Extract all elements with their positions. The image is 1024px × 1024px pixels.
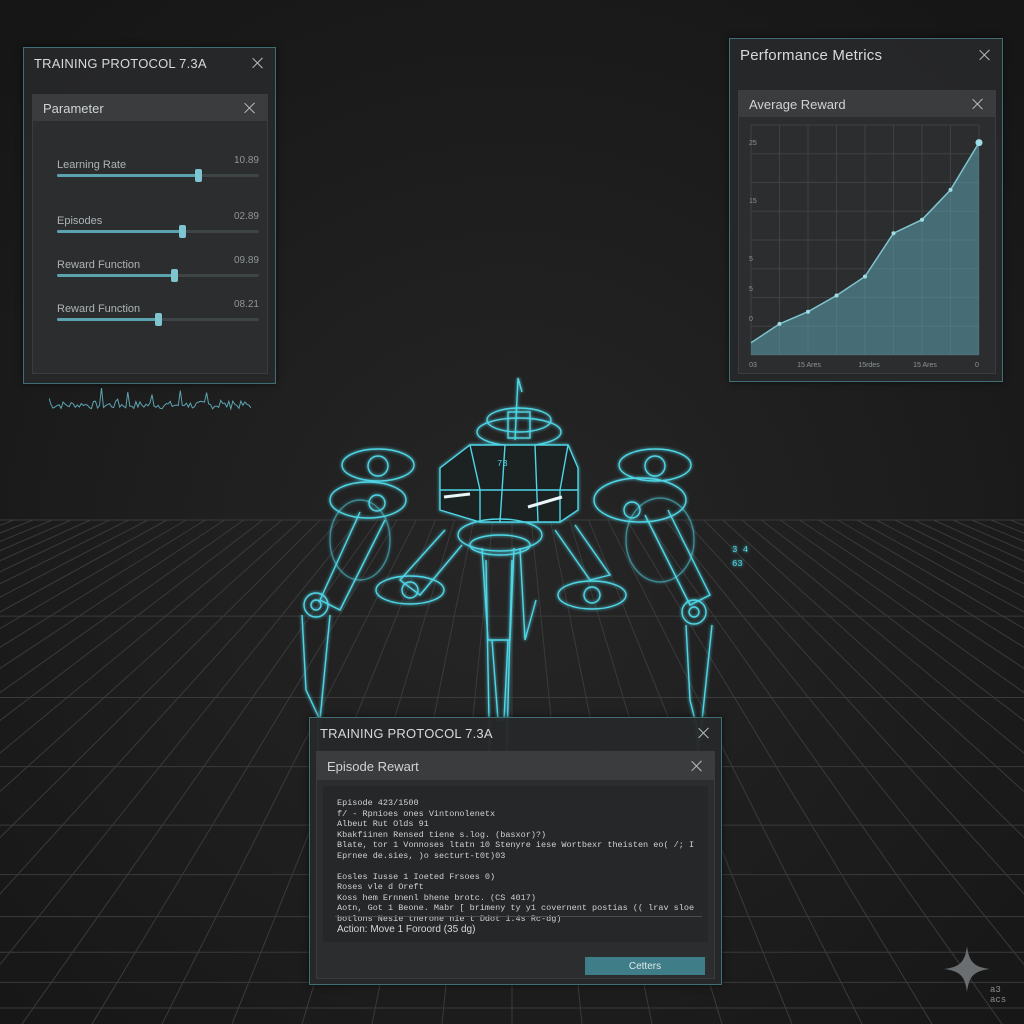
x-tick-label: 15 Ares: [797, 362, 821, 369]
section-title: Parameter: [43, 100, 104, 116]
slider-fill: [57, 318, 158, 321]
slider-label: Episodes: [57, 215, 103, 227]
slider-fill: [57, 174, 199, 177]
slider-track[interactable]: [57, 313, 259, 326]
sparkle-icon: [944, 946, 990, 992]
average-reward-section: Average Reward 25 15 5 5 0 03 15 Ares 15rdes 15 …: [738, 90, 996, 374]
y-tick-label: 25: [749, 140, 757, 147]
slider-track[interactable]: [57, 269, 259, 282]
training-protocol-panel: TRAINING PROTOCOL 7.3A Parameter Learnin…: [23, 47, 276, 411]
log-line: Koss hem Ernnenl bhene brotc. (CS 4017): [337, 892, 536, 903]
log-line: Roses vle d Oreft: [337, 882, 424, 892]
slider-row[interactable]: Episodes 02.89: [57, 211, 259, 238]
data-point: [777, 321, 782, 326]
slider-label: Learning Rate: [57, 159, 127, 171]
panel-title: TRAINING PROTOCOL 7.3A: [320, 725, 493, 741]
section-header: Average Reward: [739, 91, 995, 117]
slider-track[interactable]: [57, 225, 259, 238]
close-icon[interactable]: [971, 97, 985, 111]
log-line: Aotn, Got 1 Beone. Mabr [ brimeny ty y1 …: [337, 903, 694, 913]
joint-label: 63: [732, 559, 743, 569]
x-tick-label: 15 Ares: [913, 362, 937, 369]
close-icon[interactable]: [690, 759, 704, 773]
reward-chart: 25 15 5 5 0 03 15 Ares 15rdes 15 Ares 0: [749, 124, 983, 369]
panel-titlebar[interactable]: TRAINING PROTOCOL 7.3A: [310, 718, 721, 748]
panel-titlebar[interactable]: TRAINING PROTOCOL 7.3A: [24, 48, 275, 78]
close-icon[interactable]: [243, 101, 257, 115]
data-point: [975, 139, 983, 147]
data-point: [891, 231, 896, 236]
x-tick-label: 15rdes: [858, 362, 880, 369]
parameter-section: Parameter Learning Rate 10.89 Episodes 02.8…: [32, 94, 268, 411]
y-tick-label: 15: [749, 198, 757, 205]
close-icon[interactable]: [978, 48, 992, 62]
log-line: Blate, tor 1 Vonnoses ltatn 10 Stenyre i…: [337, 840, 694, 850]
data-point: [920, 217, 924, 222]
slider-track[interactable]: [57, 169, 259, 182]
data-point: [863, 274, 867, 279]
slider-value: 08.21: [233, 299, 259, 310]
slider-value: 09.89: [233, 255, 259, 266]
log-line: Eprnee de.sies, )o secturt-t0t)03: [337, 850, 506, 861]
confirm-button[interactable]: Cetters: [585, 957, 705, 975]
slider-fill: [57, 230, 183, 233]
slider-row[interactable]: Reward Function 09.89: [57, 255, 259, 282]
slider-label: Reward Function: [57, 259, 141, 271]
slider-thumb[interactable]: [179, 225, 187, 238]
panel-title: TRAINING PROTOCOL 7.3A: [34, 55, 207, 71]
watermark-text: a3 acs: [990, 985, 1007, 1005]
data-point: [834, 293, 839, 298]
episode-reward-section: Episode Rewart Episode 423/1500 f/ - Rpni…: [316, 751, 715, 979]
log-line: f/ - Rpnioes ones Vintonolenetx: [337, 808, 496, 819]
close-icon[interactable]: [697, 726, 711, 740]
y-tick-label: 5: [749, 256, 753, 263]
section-header: Parameter: [33, 95, 267, 121]
section-header: Episode Rewart: [317, 752, 714, 780]
reward-sparkline: [49, 387, 251, 411]
episode-log: Episode 423/1500 f/ - Rpnioes ones Vinton…: [337, 798, 694, 924]
log-line: Albeut Rut Olds 91: [337, 819, 429, 829]
panel-title: Performance Metrics: [740, 46, 883, 64]
log-line: Kbakfiinen Rensed tiene s.log. (basxor)?…: [337, 829, 547, 840]
slider-label: Reward Function: [57, 303, 141, 315]
episode-panel: TRAINING PROTOCOL 7.3A Episode Rewart Ep…: [309, 717, 722, 985]
slider-row[interactable]: Reward Function 08.21: [57, 299, 259, 326]
section-title: Episode Rewart: [327, 758, 419, 774]
log-line: Eosles Iusse 1 Ioeted Frsoes 0): [337, 871, 496, 882]
data-point: [806, 309, 810, 314]
log-line: Episode 423/1500: [337, 798, 419, 808]
joint-label: 3 4: [732, 545, 748, 555]
y-tick-label: 5: [749, 286, 753, 293]
slider-thumb[interactable]: [155, 313, 162, 326]
y-tick-label: 0: [749, 316, 753, 323]
slider-value: 02.89: [233, 211, 259, 222]
performance-metrics-panel: Performance Metrics Average Reward 25 15 5…: [729, 38, 1003, 382]
section-title: Average Reward: [749, 96, 846, 112]
x-tick-label: 0: [975, 362, 979, 369]
panel-titlebar[interactable]: Performance Metrics: [730, 39, 1002, 71]
slider-thumb[interactable]: [171, 269, 179, 282]
slider-thumb[interactable]: [195, 169, 203, 182]
x-tick-label: 03: [749, 362, 757, 369]
close-icon[interactable]: [251, 56, 265, 70]
slider-fill: [57, 274, 175, 277]
log-area: Episode 423/1500 f/ - Rpnioes ones Vinton…: [323, 786, 708, 942]
slider-value: 10.89: [233, 155, 259, 166]
divider: [335, 916, 702, 917]
data-point: [948, 187, 953, 192]
slider-row[interactable]: Learning Rate 10.89: [57, 155, 259, 182]
body-label: 73: [497, 459, 508, 469]
action-text: Action: Move 1 Foroord (35 dg): [337, 924, 476, 935]
